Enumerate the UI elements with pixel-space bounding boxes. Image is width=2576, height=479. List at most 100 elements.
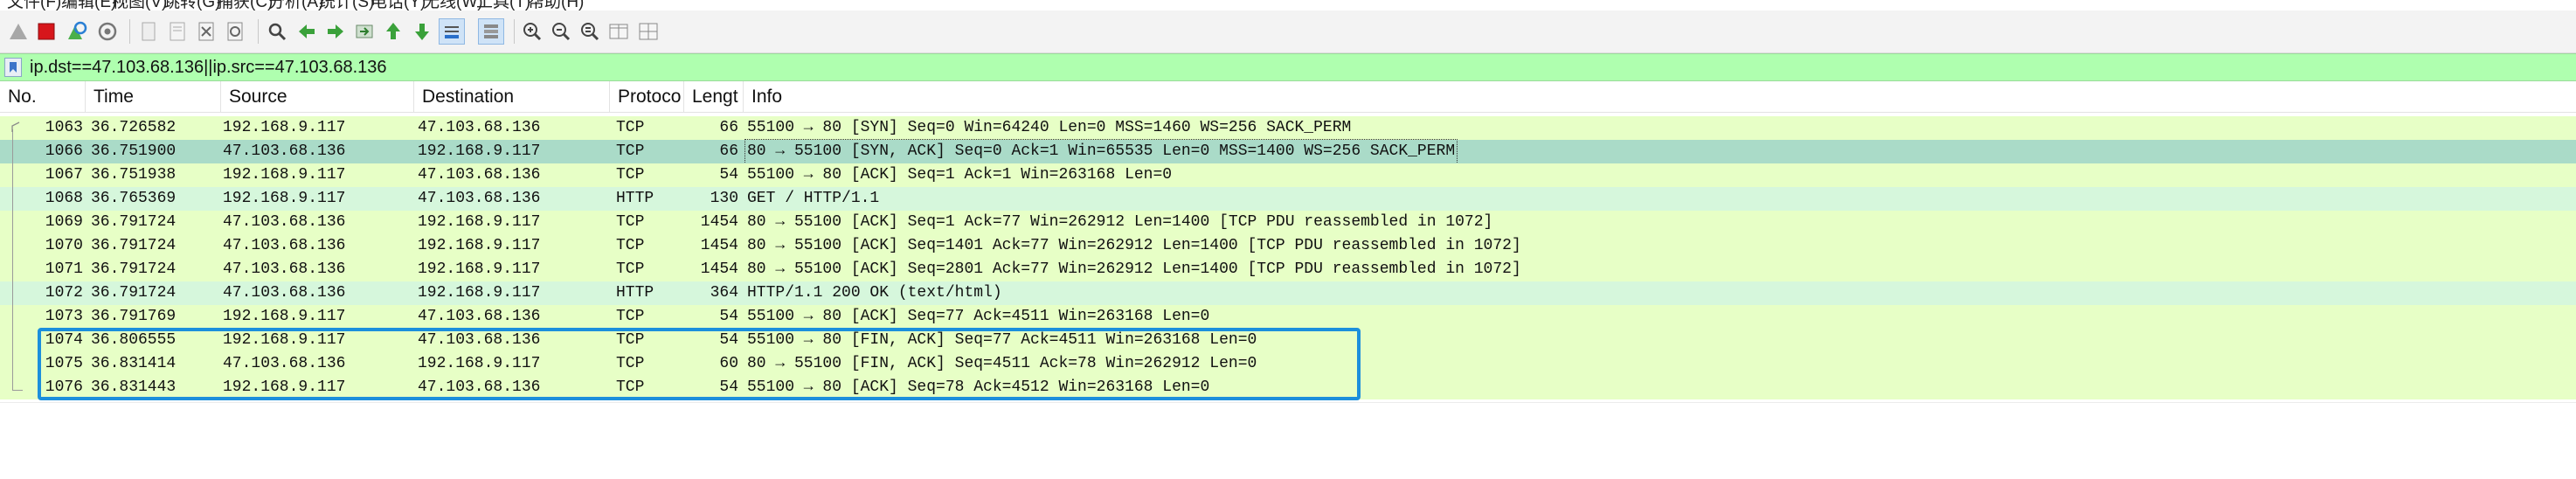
- packet-protocol: TCP: [616, 237, 645, 254]
- packet-details-pane: [0, 402, 2576, 479]
- packet-length: 54: [719, 308, 738, 325]
- packet-destination: 192.168.9.117: [418, 213, 541, 231]
- zoom-in-icon[interactable]: [519, 18, 545, 45]
- menu-item[interactable]: 工具(T): [476, 0, 530, 10]
- packet-row[interactable]: 1069 36.791724 47.103.68.136 192.168.9.117 T…: [0, 211, 2576, 234]
- packet-row[interactable]: 1066 36.751900 47.103.68.136 192.168.9.117 T…: [0, 139, 2576, 164]
- display-filter-bar: [0, 53, 2576, 81]
- menu-item[interactable]: 分析(A): [268, 0, 323, 10]
- menu-item[interactable]: 捕获(C): [217, 0, 273, 10]
- column-header-destination[interactable]: Destination: [414, 81, 610, 112]
- packet-row[interactable]: 1071 36.791724 47.103.68.136 192.168.9.117 T…: [0, 258, 2576, 281]
- packet-row[interactable]: 1070 36.791724 47.103.68.136 192.168.9.117 T…: [0, 234, 2576, 258]
- menu-item[interactable]: 统计(S): [319, 0, 374, 10]
- zoom-out-icon[interactable]: [548, 18, 574, 45]
- packet-protocol: TCP: [616, 260, 645, 278]
- packet-time: 36.751900: [91, 142, 177, 160]
- packet-info: 55100 → 80 [ACK] Seq=77 Ack=4511 Win=263…: [747, 308, 1210, 325]
- go-last-icon[interactable]: [409, 18, 435, 45]
- menu-item[interactable]: 电话(Y): [370, 0, 426, 10]
- packet-destination: 47.103.68.136: [418, 308, 541, 325]
- go-back-icon[interactable]: [294, 18, 320, 45]
- packet-length: 1454: [700, 237, 738, 254]
- packet-source: 192.168.9.117: [223, 190, 346, 207]
- packet-info: 55100 → 80 [ACK] Seq=1 Ack=1 Win=263168 …: [747, 166, 1173, 184]
- packet-source: 47.103.68.136: [223, 237, 346, 254]
- packet-time: 36.791724: [91, 284, 177, 302]
- column-header-no[interactable]: No.: [0, 81, 86, 112]
- column-header-protocol[interactable]: Protoco: [610, 81, 684, 112]
- bookmark-icon[interactable]: [4, 58, 22, 77]
- packet-row[interactable]: 1072 36.791724 47.103.68.136 192.168.9.117 H…: [0, 281, 2576, 305]
- go-first-icon[interactable]: [380, 18, 406, 45]
- open-file-icon[interactable]: [135, 18, 162, 45]
- display-filter-input[interactable]: [30, 57, 2546, 78]
- packet-source: 47.103.68.136: [223, 260, 346, 278]
- menu-bar: 文件(F) 编辑(E) 视图(V) 跳转(G) 捕获(C) 分析(A) 统计(S) 电话(Y)…: [0, 0, 2576, 10]
- packet-info: 80 → 55100 [ACK] Seq=2801 Ack=77 Win=262…: [747, 260, 1521, 278]
- capture-options-icon[interactable]: [94, 18, 121, 45]
- save-file-icon[interactable]: [164, 18, 190, 45]
- packet-time: 36.765369: [91, 190, 177, 207]
- packet-length: 1454: [700, 260, 738, 278]
- column-header-time[interactable]: Time: [86, 81, 221, 112]
- go-forward-icon[interactable]: [322, 18, 349, 45]
- conversation-tree-end: [12, 390, 23, 391]
- reload-file-icon[interactable]: [222, 18, 248, 45]
- packet-info: 55100 → 80 [SYN] Seq=0 Win=64240 Len=0 M…: [747, 119, 1352, 136]
- layout-icon[interactable]: [635, 18, 661, 45]
- menu-item[interactable]: 编辑(E): [61, 0, 116, 10]
- stop-capture-icon[interactable]: [33, 18, 59, 45]
- packet-time: 36.791724: [91, 213, 177, 231]
- packet-row[interactable]: 1067 36.751938 192.168.9.117 47.103.68.136 T…: [0, 163, 2576, 187]
- packet-info: GET / HTTP/1.1: [747, 190, 880, 207]
- packet-length: 1454: [700, 213, 738, 231]
- packet-row[interactable]: 1068 36.765369 192.168.9.117 47.103.68.136 H…: [0, 187, 2576, 211]
- packet-length: 54: [719, 166, 738, 184]
- packet-source: 192.168.9.117: [223, 166, 346, 184]
- packet-protocol: TCP: [616, 119, 645, 136]
- packet-time: 36.791724: [91, 260, 177, 278]
- auto-scroll-icon[interactable]: [439, 18, 465, 45]
- packet-destination: 192.168.9.117: [418, 237, 541, 254]
- conversation-start-icon: [11, 121, 20, 132]
- packet-info: 80 → 55100 [ACK] Seq=1 Ack=77 Win=262912…: [747, 213, 1493, 231]
- packet-protocol: TCP: [616, 213, 645, 231]
- menu-item[interactable]: 视图(V): [112, 0, 167, 10]
- packet-time: 36.726582: [91, 119, 177, 136]
- packet-length: 66: [719, 142, 738, 160]
- resize-columns-icon[interactable]: [606, 18, 632, 45]
- close-file-icon[interactable]: [193, 18, 219, 45]
- packet-info: 80 → 55100 [SYN, ACK] Seq=0 Ack=1 Win=65…: [744, 139, 1458, 164]
- packet-info: 80 → 55100 [ACK] Seq=1401 Ack=77 Win=262…: [747, 237, 1521, 254]
- packet-source: 47.103.68.136: [223, 213, 346, 231]
- go-to-packet-icon[interactable]: [351, 18, 377, 45]
- column-header-info[interactable]: Info: [744, 81, 2576, 112]
- annotation-highlight-box: [38, 328, 1361, 400]
- packet-source: 192.168.9.117: [223, 308, 346, 325]
- menu-item[interactable]: 帮助(H): [528, 0, 584, 10]
- packet-length: 66: [719, 119, 738, 136]
- packet-info: HTTP/1.1 200 OK (text/html): [747, 284, 1002, 302]
- packet-protocol: HTTP: [616, 190, 654, 207]
- packet-source: 47.103.68.136: [223, 284, 346, 302]
- zoom-normal-icon[interactable]: [577, 18, 603, 45]
- packet-time: 36.791724: [91, 237, 177, 254]
- column-header-source[interactable]: Source: [221, 81, 414, 112]
- packet-destination: 47.103.68.136: [418, 190, 541, 207]
- shark-fin-start-icon[interactable]: [5, 18, 31, 45]
- packet-row[interactable]: 1073 36.791769 192.168.9.117 47.103.68.136 T…: [0, 305, 2576, 329]
- packet-destination: 47.103.68.136: [418, 166, 541, 184]
- colorize-icon[interactable]: [478, 18, 504, 45]
- column-header-length[interactable]: Lengt: [684, 81, 744, 112]
- find-packet-icon[interactable]: [264, 18, 290, 45]
- menu-item[interactable]: 无线(W): [423, 0, 483, 10]
- menu-item[interactable]: 文件(F): [7, 0, 61, 10]
- packet-protocol: TCP: [616, 166, 645, 184]
- packet-source: 47.103.68.136: [223, 142, 346, 160]
- menu-item[interactable]: 跳转(G): [163, 0, 220, 10]
- packet-row[interactable]: 1063 36.726582 192.168.9.117 47.103.68.136 T…: [0, 116, 2576, 140]
- packet-destination: 192.168.9.117: [418, 142, 541, 160]
- restart-capture-icon[interactable]: [63, 18, 89, 45]
- packet-source: 192.168.9.117: [223, 119, 346, 136]
